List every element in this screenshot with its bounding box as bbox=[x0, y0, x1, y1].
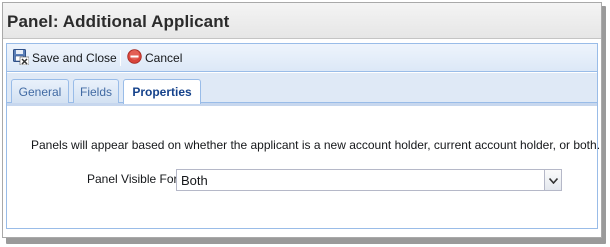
tab-general[interactable]: General bbox=[11, 79, 69, 103]
save-and-close-label: Save and Close bbox=[32, 51, 117, 65]
toolbar: Save and Close Cancel bbox=[7, 44, 597, 72]
title-bar: Panel: Additional Applicant bbox=[3, 3, 601, 39]
tab-fields[interactable]: Fields bbox=[73, 79, 119, 103]
panel-visible-for-value: Both bbox=[181, 172, 208, 188]
cancel-button[interactable]: Cancel bbox=[127, 48, 182, 68]
visibility-description: Panels will appear based on whether the … bbox=[31, 138, 601, 152]
toolbar-separator bbox=[120, 50, 121, 66]
save-close-icon bbox=[13, 48, 30, 68]
save-and-close-button[interactable]: Save and Close bbox=[13, 48, 117, 68]
tab-bar: General Fields Properties bbox=[7, 73, 597, 104]
dropdown-trigger[interactable] bbox=[544, 170, 561, 190]
cancel-label: Cancel bbox=[145, 51, 183, 65]
panel-visible-for-label: Panel Visible For: bbox=[87, 172, 181, 186]
page-title: Panel: Additional Applicant bbox=[7, 12, 230, 31]
chevron-down-icon bbox=[548, 173, 558, 187]
dialog-frame: Panel: Additional Applicant Save and Clo… bbox=[2, 2, 602, 238]
properties-tab-body: Panels will appear based on whether the … bbox=[7, 103, 601, 228]
tab-properties[interactable]: Properties bbox=[123, 79, 201, 104]
cancel-icon bbox=[127, 49, 142, 67]
panel-visible-for-select[interactable]: Both bbox=[176, 169, 562, 191]
panel-container: Save and Close Cancel General Fields Pro… bbox=[6, 43, 601, 229]
